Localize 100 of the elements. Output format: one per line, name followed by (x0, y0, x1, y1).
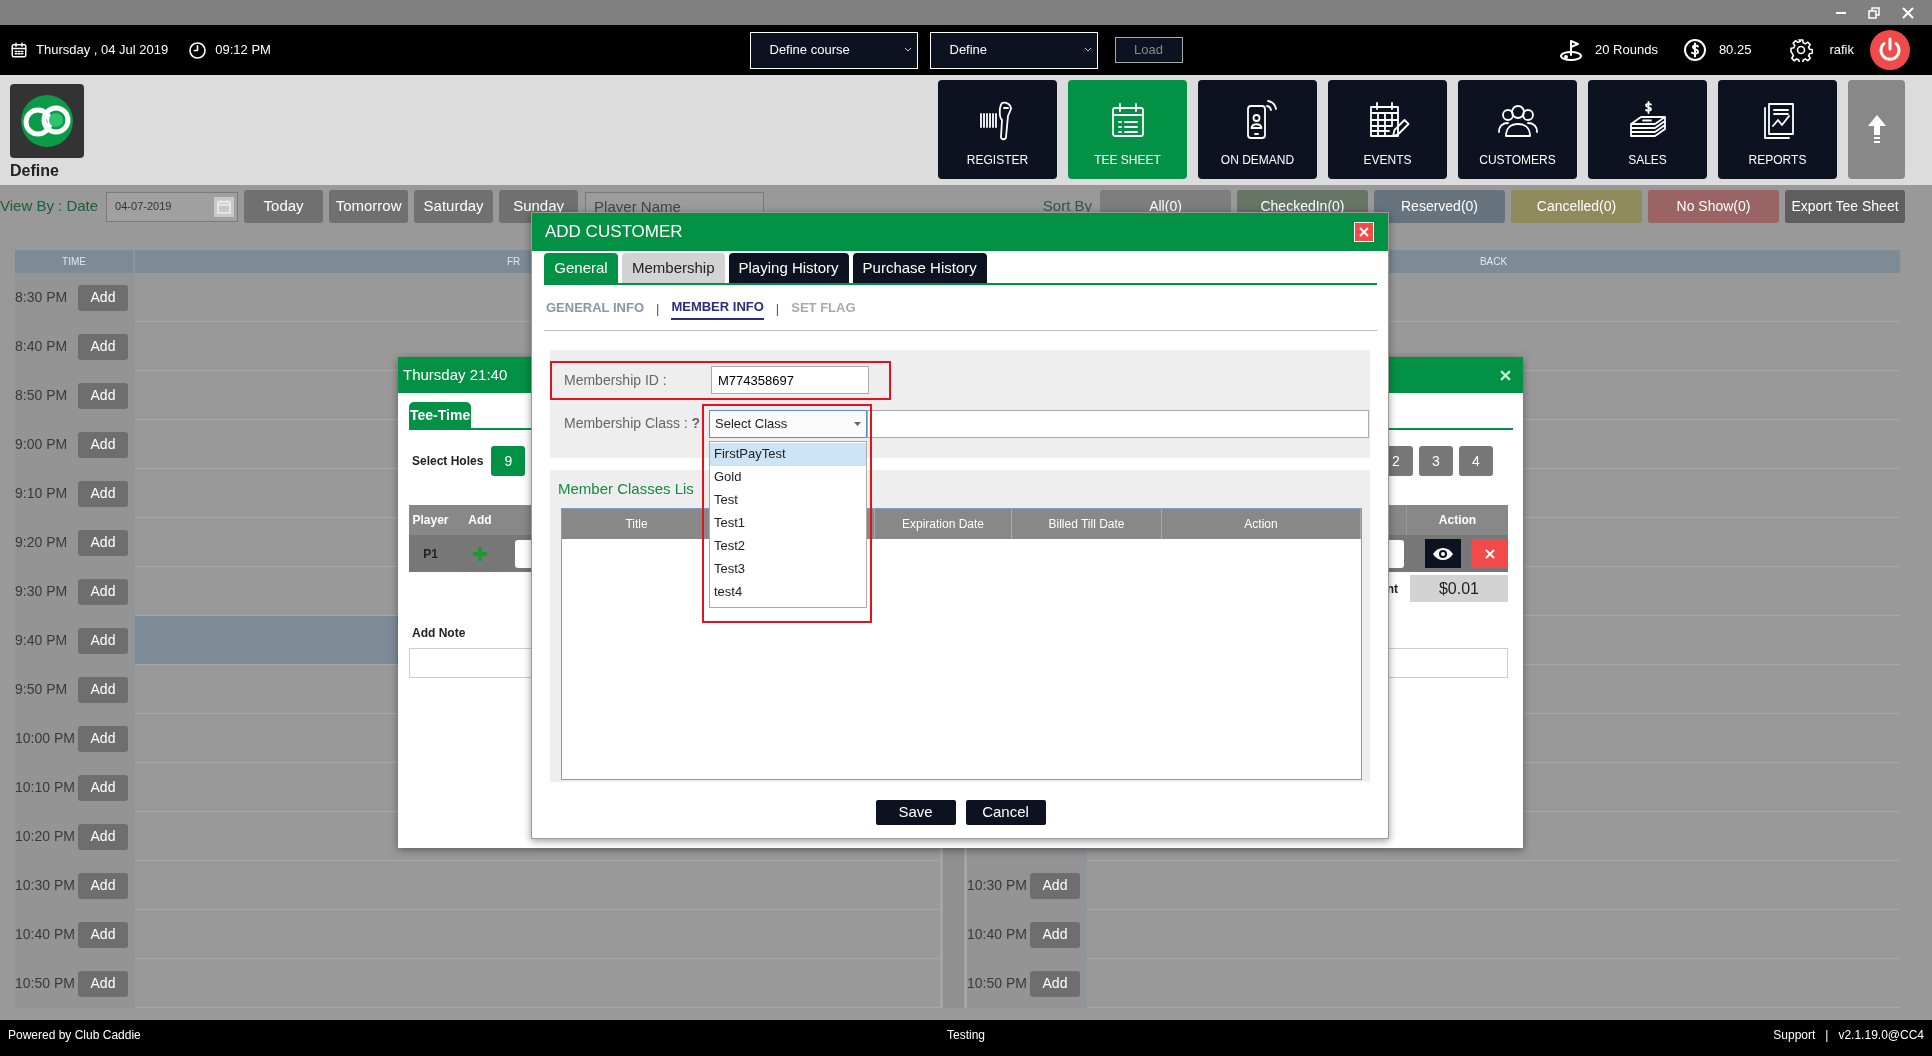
tab[interactable]: Tee-Time (409, 402, 472, 428)
nav-tile[interactable]: EVENTS (1328, 80, 1447, 179)
status-filter-button[interactable]: Reserved(0) (1374, 190, 1505, 223)
dropdown-option[interactable]: Test (710, 488, 866, 512)
day-button[interactable]: Saturday (414, 190, 494, 223)
tab[interactable]: Playing History (728, 253, 849, 283)
nav-tile[interactable]: REPORTS (1718, 80, 1837, 179)
tab[interactable]: General (544, 253, 618, 283)
separator: | (656, 299, 660, 318)
date-field[interactable]: 04-07-2019 (106, 191, 239, 222)
user-name: rafik (1829, 41, 1854, 60)
nav-tile[interactable]: SALES (1588, 80, 1707, 179)
dropdown-option[interactable]: Test3 (710, 557, 866, 581)
sort-by-label: Sort By (1042, 196, 1092, 217)
time-label: 8:40 PM (15, 337, 68, 356)
nav-tile[interactable]: REGISTER (938, 80, 1057, 179)
dropdown-option[interactable]: test4 (710, 580, 866, 604)
input-field[interactable] (867, 409, 1369, 438)
close-icon (1359, 227, 1369, 237)
add-button[interactable]: Add (78, 578, 128, 605)
add-button[interactable]: Add (78, 970, 128, 997)
time-label: 10:40 PM (15, 925, 75, 944)
column-header: Action (1437, 512, 1478, 529)
tab[interactable]: Membership (622, 253, 725, 283)
day-button[interactable]: Tomorrow (329, 190, 409, 223)
view-button[interactable] (1425, 539, 1461, 568)
dropdown-option[interactable]: Gold (710, 465, 866, 489)
add-button[interactable]: Add (78, 921, 128, 948)
caret-icon (904, 48, 911, 52)
close-icon (1484, 548, 1495, 559)
logo-icon (10, 84, 84, 158)
balance-text: 80.25 (1718, 41, 1752, 60)
time-label: 8:30 PM (15, 288, 68, 307)
class-select[interactable]: Select Class (709, 409, 867, 438)
close-button[interactable] (1500, 369, 1511, 381)
add-button[interactable]: Add (78, 725, 128, 752)
separator: | (1825, 1027, 1829, 1044)
dialog-title: ADD CUSTOMER (545, 221, 683, 244)
sub-tab[interactable]: GENERAL INFO (546, 298, 644, 319)
time-label: 9:10 PM (15, 484, 68, 503)
nav-tile[interactable]: TEE SHEET (1068, 80, 1187, 179)
column-header: Action (1244, 515, 1278, 533)
power-icon (1870, 30, 1910, 70)
power-button[interactable] (1870, 30, 1910, 70)
status-filter-button[interactable]: Cancelled(0) (1511, 190, 1642, 223)
time-label: 10:50 PM (15, 974, 75, 993)
cancel-button[interactable]: Cancel (965, 799, 1046, 825)
save-button[interactable]: Save (875, 799, 956, 825)
column-header: Add (467, 512, 493, 529)
support-link[interactable]: Support (1773, 1026, 1816, 1044)
time-text: 09:12 PM (215, 41, 271, 60)
status-filter-button[interactable]: No Show(0) (1648, 190, 1779, 223)
nav-tile[interactable]: CUSTOMERS (1458, 80, 1577, 179)
add-button[interactable]: Add (78, 431, 128, 458)
caret-icon (854, 421, 861, 426)
add-button[interactable]: Add (1030, 921, 1080, 948)
define-select[interactable]: Define (929, 31, 1098, 69)
time-label: 10:20 PM (15, 827, 75, 846)
add-button[interactable]: Add (78, 823, 128, 850)
view-by-label: View By : Date (0, 196, 99, 217)
course-select[interactable]: Define course (749, 31, 918, 69)
add-button[interactable]: Add (78, 872, 128, 899)
time-label: 10:00 PM (15, 729, 75, 748)
add-button[interactable]: Add (78, 480, 128, 507)
add-button[interactable]: Add (78, 627, 128, 654)
separator: | (775, 299, 780, 318)
dropdown-option[interactable]: FirstPayTest (710, 442, 866, 466)
add-button[interactable]: Add (78, 676, 128, 703)
dropdown-option[interactable]: Test1 (710, 511, 866, 535)
dollar-icon (1682, 38, 1707, 62)
time-label: 10:30 PM (15, 876, 75, 895)
section-title: Member Classes Lis (558, 479, 694, 497)
player-count-button[interactable]: 3 (1419, 446, 1453, 476)
add-button[interactable]: Add (1030, 872, 1080, 899)
add-button[interactable]: Add (78, 284, 128, 311)
holes-button[interactable]: 9 (491, 446, 526, 476)
add-button[interactable]: Add (78, 529, 128, 556)
add-button[interactable]: Add (78, 333, 128, 360)
settings-icon (1789, 38, 1814, 62)
delete-button[interactable] (1471, 539, 1508, 568)
dropdown-option[interactable]: Test2 (710, 534, 866, 558)
scroll-up-button[interactable] (1848, 80, 1905, 179)
brand-name: Define (10, 161, 60, 181)
golf-flag-icon (1559, 38, 1585, 62)
amount-value: $0.01 (1410, 575, 1508, 602)
sub-tab[interactable]: MEMBER INFO (671, 297, 764, 320)
add-button[interactable]: Add (78, 382, 128, 409)
day-button[interactable]: Today (244, 190, 324, 223)
minimize-icon (1836, 11, 1846, 14)
export-button[interactable]: Export Tee Sheet (1785, 190, 1905, 223)
tab[interactable]: Purchase History (852, 253, 987, 283)
rounds-text: 20 Rounds (1595, 41, 1658, 60)
nav-tile[interactable]: ON DEMAND (1198, 80, 1317, 179)
plus-icon (472, 545, 488, 562)
close-icon (1902, 6, 1914, 19)
add-button[interactable]: Add (1030, 970, 1080, 997)
add-button[interactable]: Add (78, 774, 128, 801)
membership-id-field[interactable]: M774358697 (711, 366, 869, 394)
select-holes-label: Select Holes (412, 453, 484, 470)
player-count-button[interactable]: 4 (1459, 446, 1493, 476)
